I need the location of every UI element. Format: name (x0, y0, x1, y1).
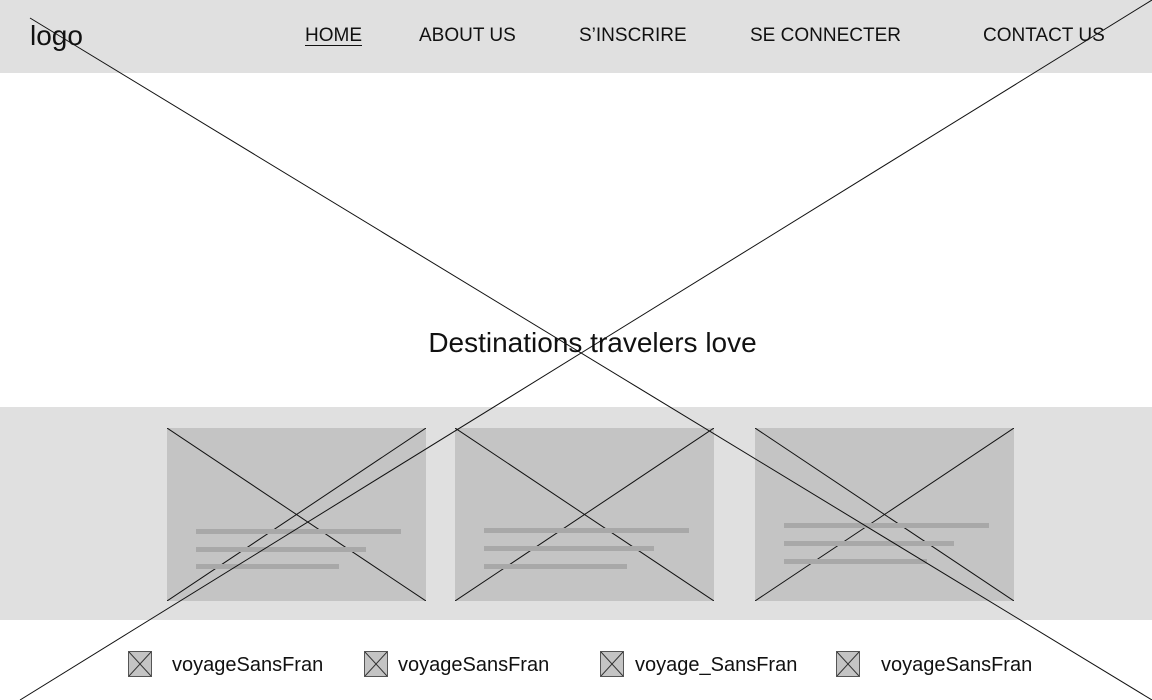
text-placeholder-line (484, 528, 689, 533)
footer-link-label: voyageSansFran (881, 654, 1033, 676)
nav-contact-us[interactable]: CONTACT US (983, 25, 1105, 47)
destination-card[interactable] (167, 428, 426, 601)
footer-links: voyageSansFran voyageSansFran voyage_San… (0, 640, 1152, 690)
image-placeholder-icon (364, 651, 388, 677)
header-bar: logo HOME ABOUT US S’INSCRIRE SE CONNECT… (0, 0, 1152, 73)
nav-sinscrire[interactable]: S’INSCRIRE (579, 25, 687, 47)
image-placeholder-icon (600, 651, 624, 677)
footer-link-label: voyage_SansFran (635, 654, 798, 676)
text-placeholder-line (196, 564, 339, 569)
image-placeholder-icon (455, 428, 714, 601)
text-placeholder-line (784, 523, 989, 528)
text-placeholder-line (784, 559, 927, 564)
nav-se-connecter[interactable]: SE CONNECTER (750, 25, 901, 47)
image-placeholder-icon (167, 428, 426, 601)
image-placeholder-icon (836, 651, 860, 677)
nav-home[interactable]: HOME (305, 25, 362, 47)
footer-link-label: voyageSansFran (398, 654, 550, 676)
image-placeholder-icon (128, 651, 152, 677)
page-title: Destinations travelers love (428, 327, 757, 358)
destination-card[interactable] (755, 428, 1014, 601)
nav-about-us[interactable]: ABOUT US (419, 25, 516, 47)
logo[interactable]: logo (30, 18, 83, 54)
footer-link-label: voyageSansFran (172, 654, 324, 676)
image-placeholder-icon (755, 428, 1014, 601)
text-placeholder-line (196, 547, 366, 552)
text-placeholder-line (484, 546, 654, 551)
page: logo HOME ABOUT US S’INSCRIRE SE CONNECT… (0, 0, 1152, 700)
text-placeholder-line (484, 564, 627, 569)
text-placeholder-line (784, 541, 954, 546)
text-placeholder-line (196, 529, 401, 534)
destination-card[interactable] (455, 428, 714, 601)
